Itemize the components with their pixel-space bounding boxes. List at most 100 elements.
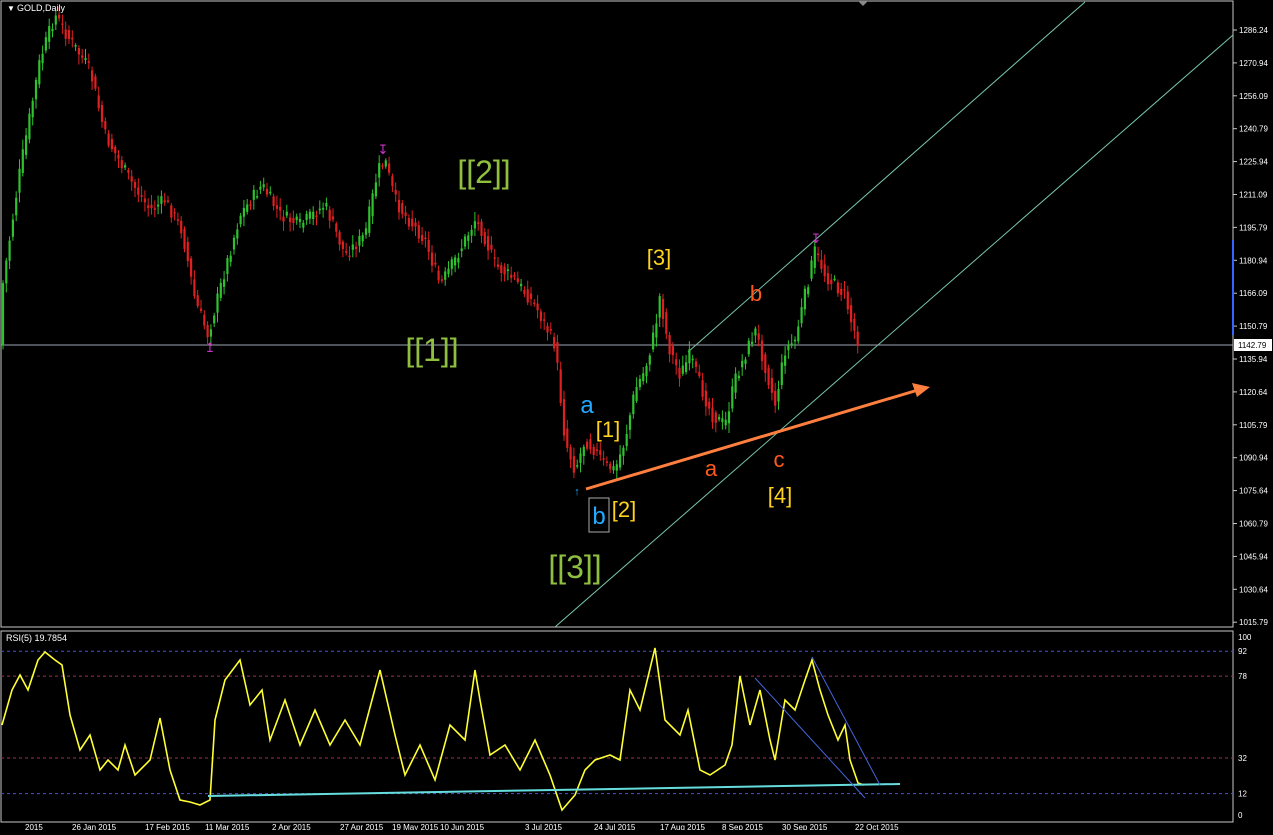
- candle-body: [652, 332, 655, 350]
- candle-body: [61, 23, 64, 25]
- candle-body: [480, 221, 483, 236]
- candle-body: [793, 339, 797, 342]
- candle-body: [335, 223, 338, 232]
- candle-body: [447, 268, 450, 274]
- candle-body: [754, 328, 757, 336]
- candle-body: [642, 373, 645, 382]
- candle-body: [308, 211, 311, 219]
- candle-body: [790, 343, 793, 345]
- dropdown-arrow-icon[interactable]: ▼: [7, 4, 15, 13]
- candle-body: [180, 220, 183, 234]
- candle-body: [292, 217, 295, 224]
- date-axis: 2015 26 Jan 2015 17 Feb 2015 11 Mar 2015 2 A…: [25, 823, 899, 832]
- date-tick-label: 2 Apr 2015: [272, 823, 311, 830]
- candle-body: [632, 394, 635, 415]
- arrow-down-marker-icon: ↧: [378, 142, 389, 157]
- candle-body: [661, 299, 665, 319]
- candle-body: [520, 283, 523, 287]
- candle-body: [107, 133, 110, 146]
- candle-body: [388, 163, 391, 173]
- candle-body: [391, 176, 394, 187]
- candle-body: [826, 273, 830, 285]
- candle-body: [31, 100, 34, 118]
- wave-label-b-blue: b: [592, 503, 605, 530]
- candle-body: [440, 279, 443, 281]
- candle-body: [503, 266, 506, 275]
- candle-body: [163, 200, 166, 203]
- candlesticks: [1, 6, 859, 481]
- candle-body: [341, 241, 344, 249]
- candle-body: [289, 217, 292, 222]
- candle-body: [833, 278, 836, 281]
- candle-body: [813, 246, 816, 268]
- candle-body: [843, 289, 846, 291]
- candle-body: [586, 441, 589, 449]
- candle-body: [777, 388, 780, 402]
- candle-body: [272, 196, 275, 207]
- candle-body: [305, 213, 308, 221]
- candle-body: [434, 262, 437, 265]
- candle-body: [183, 228, 186, 249]
- candle-body: [553, 337, 556, 349]
- candle-body: [427, 239, 430, 252]
- candle-body: [539, 311, 542, 321]
- candle-body: [444, 271, 447, 280]
- price-tick-label: 1045.94: [1239, 552, 1268, 561]
- rsi-trendline-inner[interactable]: [754, 677, 866, 799]
- shift-marker-icon[interactable]: [858, 1, 868, 6]
- rsi-tick-label: 0: [1238, 811, 1243, 820]
- candle-body: [97, 95, 100, 109]
- chart-canvas[interactable]: ↥ ↧ ↧ ↑ [[1]] [[2]] [[3]] a b [1] [2] [3…: [0, 0, 1273, 832]
- candle-body: [8, 240, 11, 261]
- price-tick-label: 1075.64: [1239, 487, 1268, 496]
- rsi-tick-label: 78: [1238, 672, 1247, 681]
- candle-body: [622, 447, 625, 456]
- candle-body: [331, 216, 335, 220]
- candle-body: [823, 264, 826, 277]
- candle-body: [619, 454, 622, 468]
- candle-body: [830, 279, 833, 285]
- candle-body: [724, 419, 727, 426]
- candle-body: [510, 274, 513, 278]
- date-tick-label: 27 Apr 2015: [340, 823, 384, 830]
- candle-body: [120, 160, 123, 169]
- candle-body: [714, 412, 717, 423]
- candle-body: [279, 206, 282, 211]
- candle-body: [549, 329, 552, 331]
- candle-body: [648, 355, 651, 365]
- candle-body: [747, 340, 750, 355]
- candle-body: [104, 121, 107, 130]
- channel-upper-line[interactable]: [687, 1, 1086, 353]
- rsi-trendline-outer[interactable]: [811, 656, 881, 786]
- candle-body: [166, 200, 170, 202]
- candle-body: [579, 453, 582, 463]
- date-tick-label: 8 Sep 2015: [722, 823, 763, 830]
- candle-body: [612, 466, 615, 471]
- candle-body: [850, 305, 853, 323]
- date-tick-label: 26 Jan 2015: [72, 823, 117, 830]
- date-tick-label: 3 Jul 2015: [525, 823, 562, 830]
- candle-body: [846, 291, 849, 310]
- candle-body: [417, 225, 420, 239]
- candle-body: [15, 197, 18, 216]
- candle-body: [87, 61, 90, 63]
- candle-body: [100, 105, 104, 122]
- candle-body: [193, 279, 196, 297]
- candle-body: [671, 346, 674, 356]
- candle-body: [615, 464, 618, 471]
- price-tick-label: 1225.94: [1239, 158, 1268, 167]
- chart-window[interactable]: ↥ ↧ ↧ ↑ [[1]] [[2]] [[3]] a b [1] [2] [3…: [0, 0, 1273, 832]
- candle-body: [269, 191, 272, 194]
- rsi-title: RSI(5) 19.7854: [6, 633, 67, 643]
- candle-body: [473, 221, 476, 229]
- trend-arrow-shaft[interactable]: [585, 388, 919, 491]
- candle-body: [711, 407, 714, 423]
- price-tick-label: 1120.64: [1239, 388, 1268, 397]
- candle-body: [325, 202, 328, 207]
- candle-body: [780, 362, 783, 386]
- candle-body: [397, 199, 401, 213]
- candle-body: [219, 282, 222, 298]
- candle-body: [338, 232, 341, 245]
- candle-body: [186, 241, 189, 262]
- candle-body: [150, 204, 153, 209]
